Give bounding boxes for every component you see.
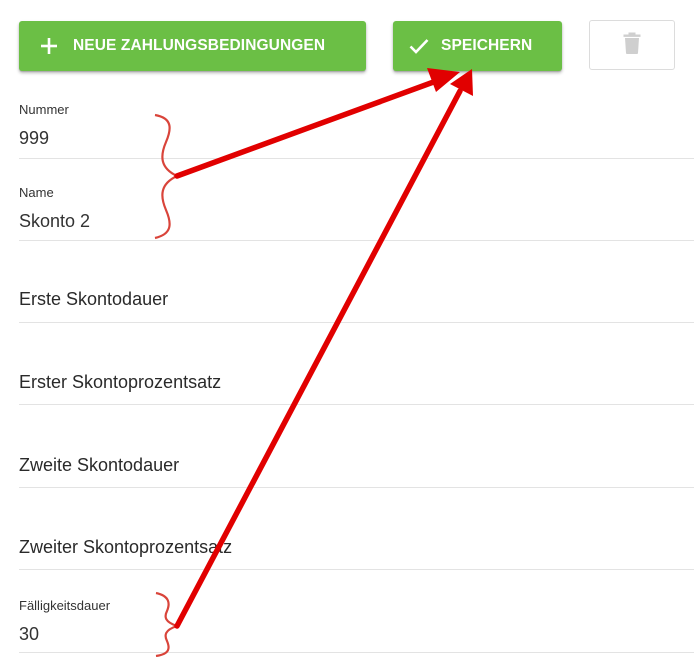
field-nummer[interactable]: Nummer 999 xyxy=(19,90,694,159)
field-zweiter-skontoprozentsatz[interactable]: Zweiter Skontoprozentsatz xyxy=(19,488,694,570)
field-name-label: Name xyxy=(19,185,54,200)
save-label: SPEICHERN xyxy=(441,37,533,54)
field-name[interactable]: Name Skonto 2 xyxy=(19,159,694,241)
field-erster-skontoprozentsatz[interactable]: Erster Skontoprozentsatz xyxy=(19,323,694,405)
save-button[interactable]: SPEICHERN xyxy=(393,21,562,71)
field-faelligkeitsdauer[interactable]: Fälligkeitsdauer 30 xyxy=(19,570,694,653)
field-erster-skontoprozentsatz-label: Erster Skontoprozentsatz xyxy=(19,372,222,392)
new-payment-terms-button[interactable]: NEUE ZAHLUNGSBEDINGUNGEN xyxy=(19,21,366,71)
field-nummer-value[interactable]: 999 xyxy=(19,128,49,149)
delete-button[interactable] xyxy=(589,20,675,70)
field-faelligkeitsdauer-value[interactable]: 30 xyxy=(19,624,39,645)
field-zweiter-skontoprozentsatz-label: Zweiter Skontoprozentsatz xyxy=(19,537,233,557)
field-erste-skontodauer[interactable]: Erste Skontodauer xyxy=(19,241,694,323)
plus-icon xyxy=(39,36,59,56)
field-faelligkeitsdauer-label: Fälligkeitsdauer xyxy=(19,598,111,613)
field-nummer-label: Nummer xyxy=(19,102,69,117)
trash-icon xyxy=(623,32,641,59)
field-erste-skontodauer-label: Erste Skontodauer xyxy=(19,289,169,309)
new-payment-terms-label: NEUE ZAHLUNGSBEDINGUNGEN xyxy=(73,37,326,54)
check-icon xyxy=(409,36,429,56)
toolbar: NEUE ZAHLUNGSBEDINGUNGEN SPEICHERN xyxy=(0,0,694,90)
field-zweite-skontodauer[interactable]: Zweite Skontodauer xyxy=(19,405,694,488)
field-zweite-skontodauer-label: Zweite Skontodauer xyxy=(19,455,180,475)
field-name-value[interactable]: Skonto 2 xyxy=(19,211,90,232)
